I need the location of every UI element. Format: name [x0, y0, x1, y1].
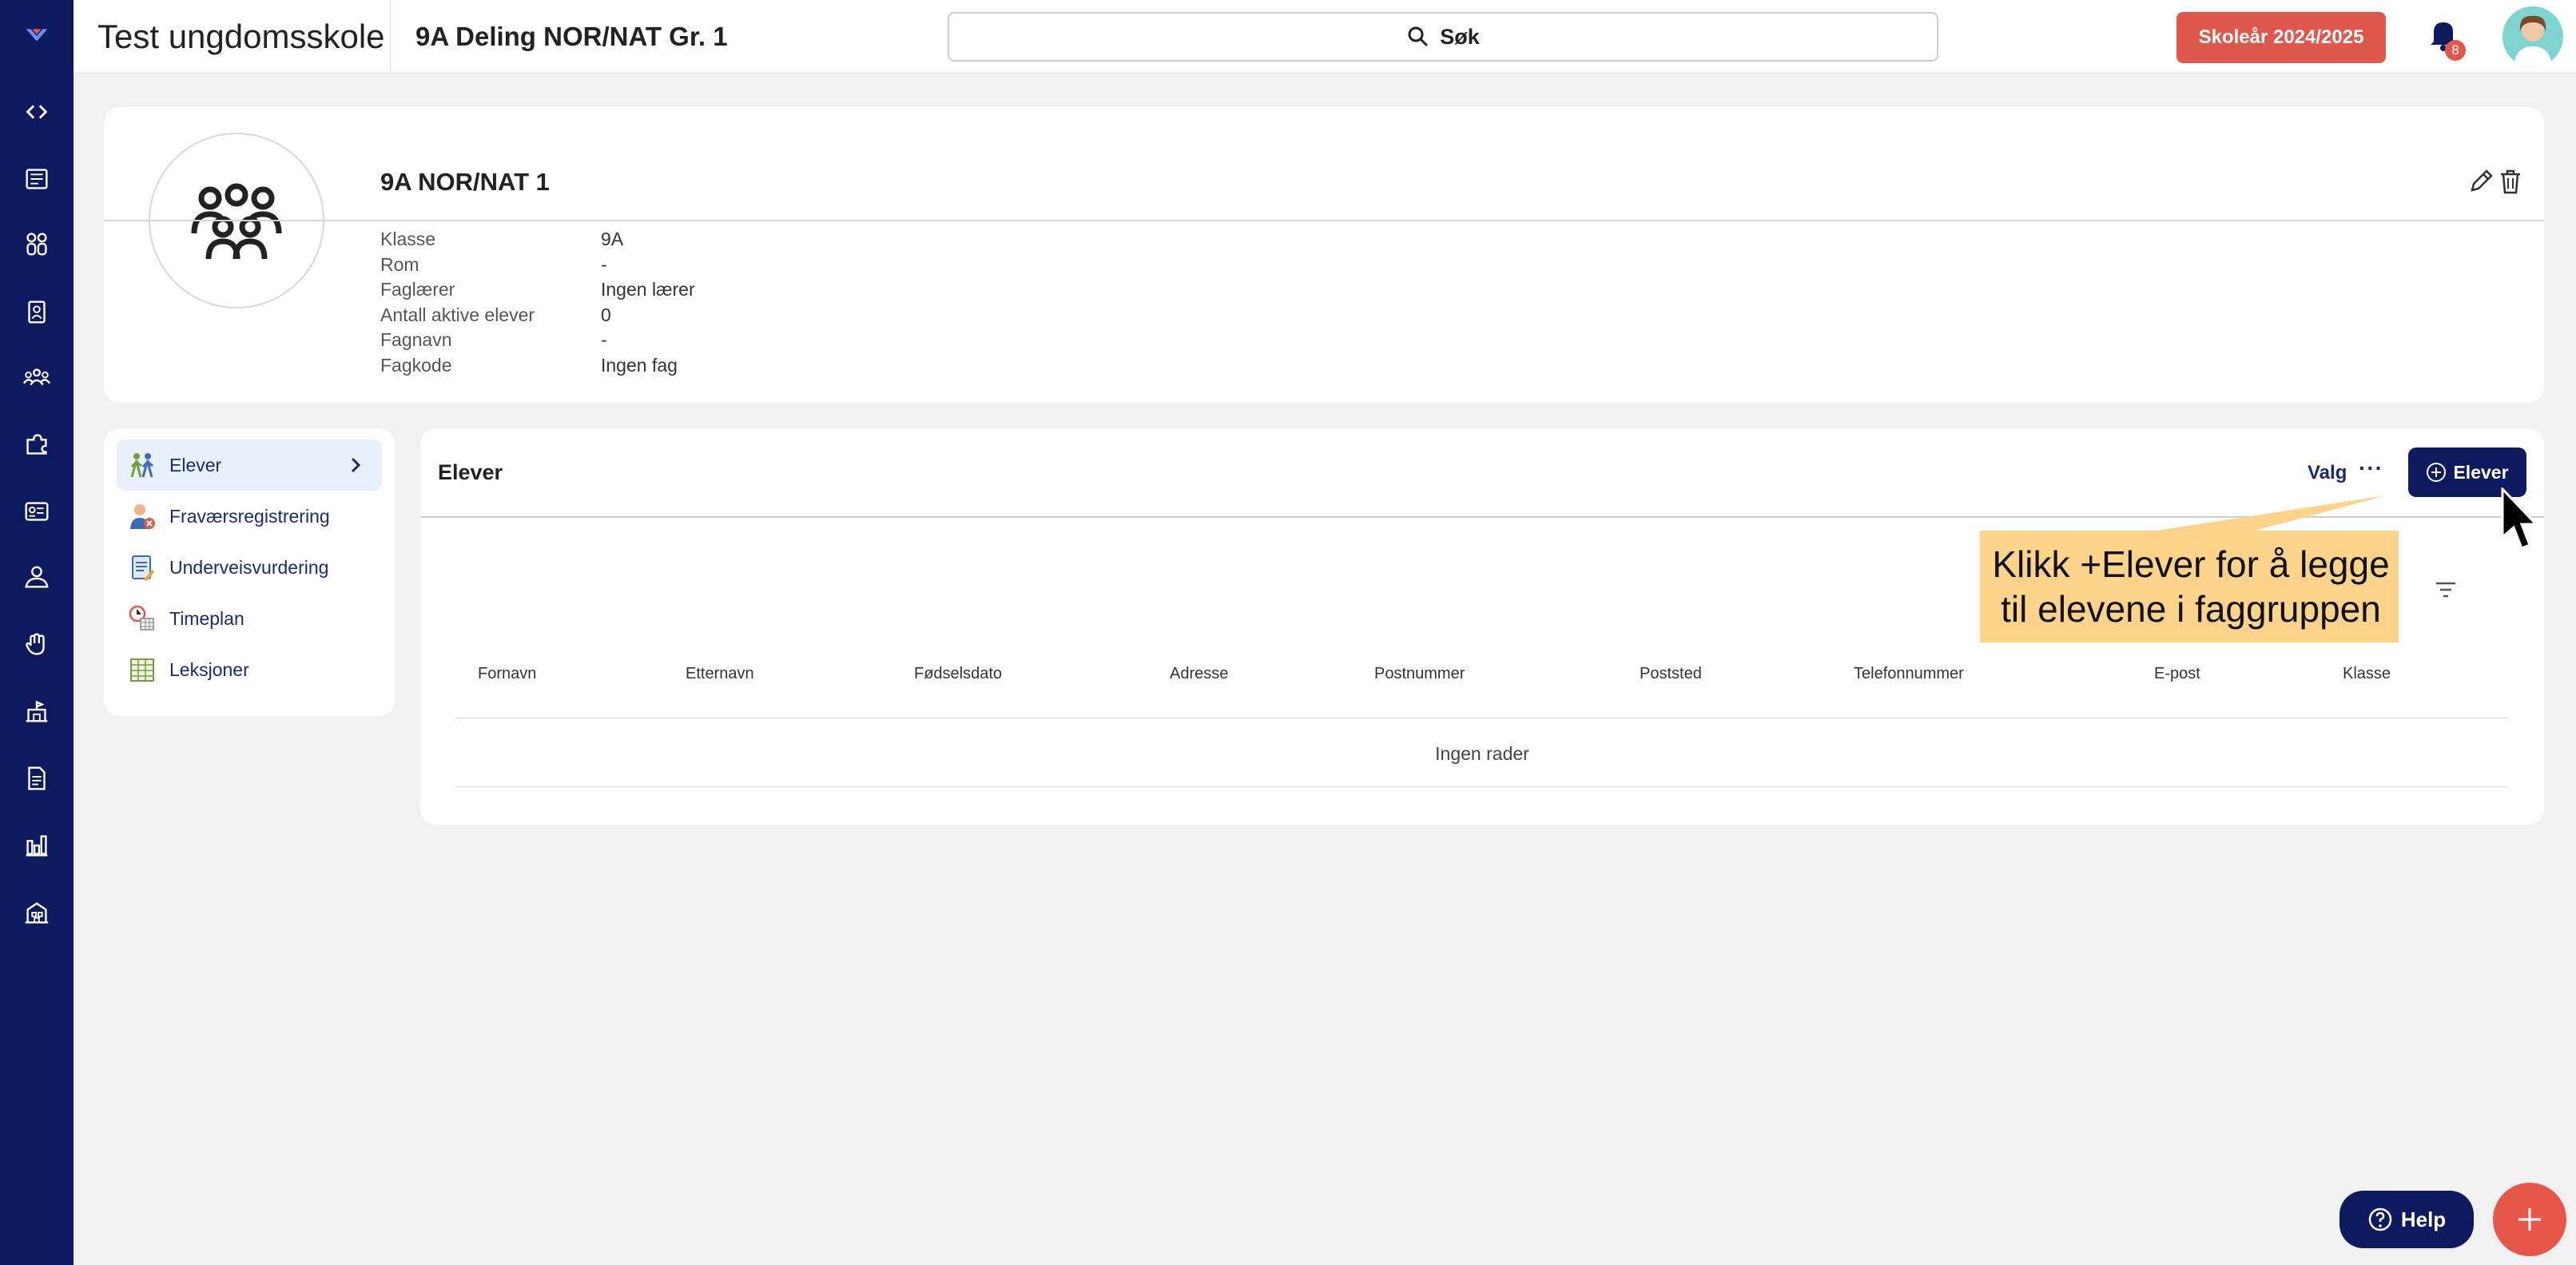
question-circle-icon	[2368, 1207, 2392, 1231]
menu-item-label: Timeplan	[169, 607, 244, 629]
assessment-icon	[132, 555, 155, 582]
detail-value: -	[601, 253, 607, 275]
detail-value: 0	[601, 304, 611, 325]
column-header-fornavn[interactable]: Fornavn	[478, 665, 536, 683]
collapse-toggle-icon[interactable]	[0, 88, 74, 136]
header-divider	[390, 0, 391, 74]
user-icon[interactable]	[0, 553, 74, 601]
detail-row-fagnavn: Fagnavn -	[380, 328, 695, 353]
school-year-button[interactable]: Skoleår 2024/2025	[2176, 12, 2386, 63]
menu-item-underveisvurdering[interactable]: Underveisvurdering	[117, 542, 382, 593]
user-avatar[interactable]	[2502, 6, 2563, 67]
detail-label: Faglærer	[380, 279, 455, 300]
column-header-telefonnummer[interactable]: Telefonnummer	[1854, 665, 1964, 683]
menu-item-fravaersregistrering[interactable]: Fraværsregistrering	[117, 491, 382, 542]
notifications-button[interactable]: 8	[2427, 16, 2467, 61]
menu-item-label: Elever	[169, 454, 222, 475]
column-header-klasse[interactable]: Klasse	[2343, 665, 2391, 683]
search-icon	[1408, 26, 1429, 47]
menu-item-label: Fraværsregistrering	[169, 505, 330, 527]
detail-value: Ingen lærer	[601, 279, 695, 300]
help-button[interactable]: Help	[2339, 1191, 2474, 1248]
school-name[interactable]: Test ungdomsskole	[97, 0, 385, 74]
school-icon[interactable]	[0, 687, 74, 735]
puzzle-icon[interactable]	[0, 420, 74, 468]
detail-label: Rom	[380, 253, 419, 275]
building-icon[interactable]	[0, 889, 74, 937]
detail-row-rom: Rom -	[380, 253, 695, 278]
groups-icon[interactable]	[0, 353, 74, 401]
detail-label: Fagnavn	[380, 329, 452, 351]
column-header-fodselsdato[interactable]: Fødselsdato	[914, 665, 1002, 683]
group-name: 9A NOR/NAT 1	[380, 168, 550, 196]
delete-icon[interactable]	[2498, 168, 2523, 195]
left-nav-rail	[0, 0, 74, 1265]
group-side-menu: Elever Fraværsregistrering Underveisvurd…	[104, 428, 395, 716]
chevron-right-icon	[351, 457, 361, 473]
table-header: Fornavn Etternavn Fødselsdato Adresse Po…	[478, 665, 2395, 689]
menu-item-label: Underveisvurdering	[169, 556, 329, 578]
page-title: 9A Deling NOR/NAT Gr. 1	[415, 22, 728, 51]
group-info-card: 9A NOR/NAT 1 Klasse 9A Rom - Faglærer In…	[104, 107, 2544, 403]
callout-pointer	[2125, 495, 2386, 535]
detail-row-antall-elever: Antall aktive elever 0	[380, 303, 695, 328]
column-header-postnummer[interactable]: Postnummer	[1374, 665, 1465, 683]
students-icon[interactable]	[0, 221, 74, 269]
search-input[interactable]: Søk	[948, 12, 1938, 62]
chart-icon[interactable]	[0, 821, 74, 869]
instruction-callout: Klikk +Elever for å legge til elevene i …	[1980, 531, 2399, 642]
menu-item-label: Leksjoner	[169, 658, 249, 680]
detail-label: Antall aktive elever	[380, 304, 535, 325]
document-icon[interactable]	[0, 754, 74, 802]
clipboard-icon[interactable]	[0, 288, 74, 336]
column-header-etternavn[interactable]: Etternavn	[686, 665, 754, 683]
students-walking-icon	[130, 453, 153, 478]
help-label: Help	[2400, 1207, 2447, 1231]
column-header-adresse[interactable]: Adresse	[1170, 665, 1228, 683]
menu-item-leksjoner[interactable]: Leksjoner	[117, 644, 382, 695]
plus-circle-icon	[2427, 463, 2447, 482]
plus-icon	[2518, 1208, 2541, 1231]
column-header-epost[interactable]: E-post	[2154, 665, 2200, 683]
add-fab-button[interactable]	[2493, 1183, 2566, 1256]
options-button[interactable]: Valg	[2308, 462, 2347, 484]
lessons-grid-icon	[130, 658, 154, 682]
panel-title: Elever	[438, 460, 503, 484]
logo-icon[interactable]	[0, 11, 74, 59]
detail-value: Ingen fag	[601, 354, 678, 376]
schedule-icon	[129, 605, 154, 631]
empty-table-message: Ingen rader	[1435, 743, 1529, 764]
mouse-cursor-icon	[2501, 487, 2539, 550]
detail-value: -	[601, 329, 607, 351]
more-options-icon[interactable]: ···	[2359, 455, 2383, 481]
group-details: Klasse 9A Rom - Faglærer Ingen lærer Ant…	[380, 227, 695, 378]
detail-label: Fagkode	[380, 354, 452, 376]
detail-value: 9A	[601, 229, 624, 250]
detail-label: Klasse	[380, 229, 436, 250]
search-label: Søk	[1440, 24, 1480, 49]
column-header-poststed[interactable]: Poststed	[1640, 665, 1702, 683]
add-students-label: Elever	[2453, 461, 2509, 483]
detail-row-fagkode: Fagkode Ingen fag	[380, 353, 695, 379]
callout-line-2: til elevene i faggruppen	[2001, 588, 2381, 630]
hand-icon[interactable]	[0, 620, 74, 668]
filter-icon[interactable]	[2434, 580, 2458, 599]
absence-icon	[130, 504, 155, 529]
detail-row-klasse: Klasse 9A	[380, 227, 695, 253]
callout-line-1: Klikk +Elever for å legge	[1992, 543, 2390, 585]
card-divider	[104, 220, 2544, 221]
edit-icon[interactable]	[2467, 168, 2495, 195]
notification-badge: 8	[2445, 40, 2466, 61]
detail-row-faglaerer: Faglærer Ingen lærer	[380, 277, 695, 303]
report-icon[interactable]	[0, 487, 74, 535]
menu-item-elever[interactable]: Elever	[117, 440, 382, 491]
menu-item-timeplan[interactable]: Timeplan	[117, 593, 382, 644]
news-icon[interactable]	[0, 155, 74, 203]
top-bar: Test ungdomsskole 9A Deling NOR/NAT Gr. …	[74, 0, 2576, 74]
table-bottom-divider	[455, 786, 2509, 787]
